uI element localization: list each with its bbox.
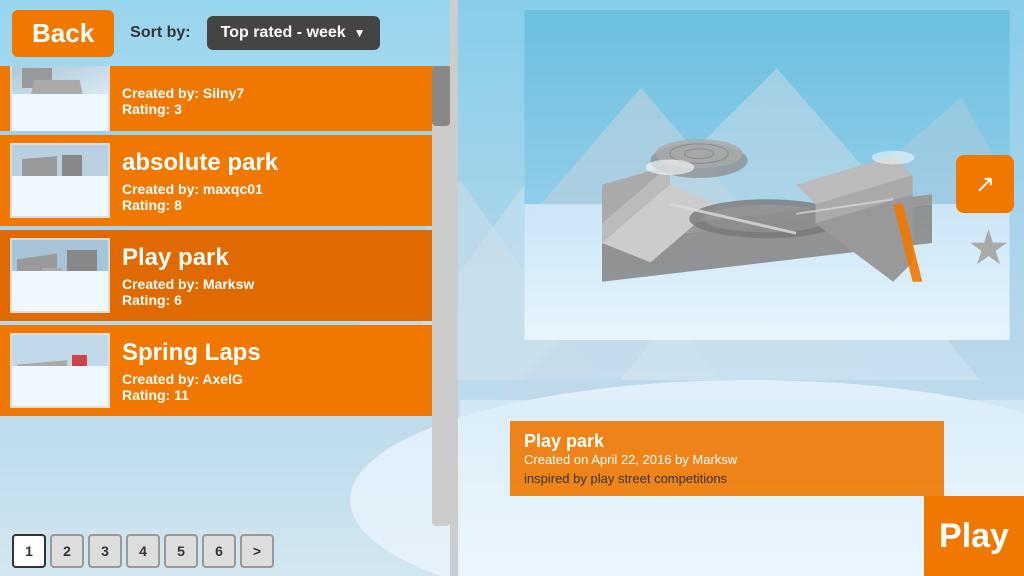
back-button[interactable]: Back xyxy=(12,10,114,57)
sort-dropdown[interactable]: Top rated - week ▼ xyxy=(207,16,380,50)
right-panel: ↗ ★ Play park Created on April 22, 2016 … xyxy=(510,0,1024,576)
share-button[interactable]: ↗ xyxy=(956,155,1014,213)
info-bar: Play park Created on April 22, 2016 by M… xyxy=(510,421,944,496)
thumbnail-snow xyxy=(12,145,108,216)
park-info: absolute park Created by: maxqc01 Rating… xyxy=(122,149,440,213)
park-creator: Created by: AxelG xyxy=(122,371,440,387)
page-btn-1[interactable]: 1 xyxy=(12,534,46,568)
park-name: absolute park xyxy=(122,149,440,177)
park-rating: Rating: 11 xyxy=(122,387,440,403)
list-item[interactable]: Play park Created by: Marksw Rating: 6 xyxy=(0,230,450,321)
park-thumbnail xyxy=(10,66,110,131)
park-thumbnail xyxy=(10,333,110,408)
share-icon: ↗ xyxy=(975,170,995,199)
play-label: Play xyxy=(939,517,1009,556)
star-rating[interactable]: ★ xyxy=(967,220,1010,276)
info-description: inspired by play street competitions xyxy=(524,471,930,486)
thumbnail-snow xyxy=(12,66,108,131)
star-icon: ★ xyxy=(967,222,1010,275)
park-thumbnail xyxy=(10,143,110,218)
panel-divider xyxy=(450,0,458,576)
thumbnail-ramp xyxy=(29,80,85,104)
park-thumbnail xyxy=(10,238,110,313)
thumb-svg xyxy=(12,335,110,408)
page-btn-3[interactable]: 3 xyxy=(88,534,122,568)
park-creator: Created by: Silny7 xyxy=(122,85,440,101)
park-rating: Rating: 6 xyxy=(122,292,440,308)
preview-3d-svg xyxy=(510,10,1024,340)
page-btn-4[interactable]: 4 xyxy=(126,534,160,568)
sort-label: Sort by: xyxy=(130,24,190,42)
info-created: Created on April 22, 2016 by Marksw xyxy=(524,452,930,467)
list-item[interactable]: Spring Laps Created by: AxelG Rating: 11 xyxy=(0,325,450,416)
park-info: Play park Created by: Marksw Rating: 6 xyxy=(122,244,440,308)
pagination: 1 2 3 4 5 6 > xyxy=(0,526,450,576)
park-rating: Rating: 8 xyxy=(122,197,440,213)
list-item[interactable]: absolute park Created by: maxqc01 Rating… xyxy=(0,135,450,226)
left-panel: Back Sort by: Top rated - week ▼ Created… xyxy=(0,0,450,576)
park-name: Play park xyxy=(122,244,440,272)
park-creator: Created by: maxqc01 xyxy=(122,181,440,197)
thumb-svg xyxy=(12,145,110,218)
page-btn-5[interactable]: 5 xyxy=(164,534,198,568)
sort-arrow-icon: ▼ xyxy=(354,26,366,40)
header-bar: Back Sort by: Top rated - week ▼ xyxy=(0,0,450,66)
list-item[interactable]: Created by: Silny7 Rating: 3 xyxy=(0,66,450,131)
thumb-svg xyxy=(12,240,110,313)
thumbnail-snow xyxy=(12,335,108,406)
park-info: Spring Laps Created by: AxelG Rating: 11 xyxy=(122,339,440,403)
sort-value: Top rated - week xyxy=(221,24,346,42)
park-creator: Created by: Marksw xyxy=(122,276,440,292)
scroll-thumb[interactable] xyxy=(432,66,450,126)
thumbnail-snow xyxy=(12,240,108,311)
park-list: Created by: Silny7 Rating: 3 absolu xyxy=(0,66,450,526)
park-name: Spring Laps xyxy=(122,339,440,367)
park-rating: Rating: 3 xyxy=(122,101,440,117)
page-btn-next[interactable]: > xyxy=(240,534,274,568)
page-btn-2[interactable]: 2 xyxy=(50,534,84,568)
info-park-name: Play park xyxy=(524,431,930,452)
park-info: Created by: Silny7 Rating: 3 xyxy=(122,81,440,117)
preview-image xyxy=(510,10,1024,340)
scroll-track[interactable] xyxy=(432,66,450,526)
page-btn-6[interactable]: 6 xyxy=(202,534,236,568)
play-button[interactable]: Play xyxy=(924,496,1024,576)
